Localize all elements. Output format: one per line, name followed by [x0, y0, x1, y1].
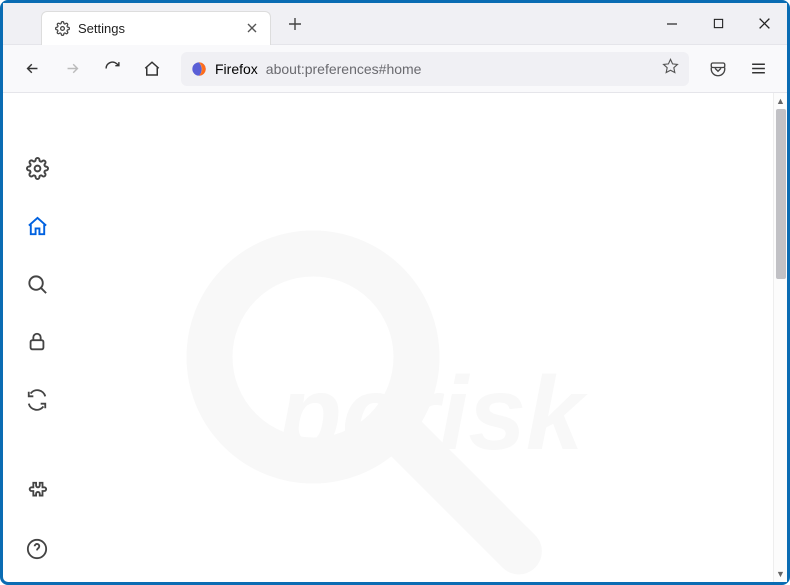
- watermark: pcrisk: [145, 173, 665, 582]
- bookmark-star-icon[interactable]: [662, 58, 679, 80]
- nav-toolbar: Firefox about:preferences#home: [3, 45, 787, 93]
- url-path: about:preferences#home: [266, 61, 422, 77]
- app-menu-button[interactable]: [741, 52, 775, 86]
- browser-tab[interactable]: Settings: [41, 11, 271, 45]
- home-button[interactable]: [135, 52, 169, 86]
- sidebar-general[interactable]: [22, 153, 52, 183]
- forward-button[interactable]: [55, 52, 89, 86]
- settings-page: pcrisk Home Restore Defaults New Windows…: [71, 93, 787, 582]
- content-area: pcrisk Home Restore Defaults New Windows…: [3, 93, 787, 582]
- gear-icon: [54, 20, 70, 36]
- window-controls: [649, 3, 787, 45]
- tab-title: Settings: [78, 21, 244, 36]
- sidebar-help[interactable]: [22, 534, 52, 564]
- pocket-button[interactable]: [701, 52, 735, 86]
- sidebar-sync[interactable]: [22, 385, 52, 415]
- scroll-down-icon[interactable]: ▼: [774, 566, 787, 582]
- scroll-track[interactable]: [774, 109, 787, 566]
- close-button[interactable]: [741, 3, 787, 45]
- prefs-sidebar: [3, 93, 71, 582]
- close-icon[interactable]: [244, 20, 260, 36]
- vertical-scrollbar[interactable]: ▲ ▼: [773, 93, 787, 582]
- titlebar: Settings: [3, 3, 787, 45]
- sidebar-home[interactable]: [22, 211, 52, 241]
- new-tab-button[interactable]: [281, 10, 309, 38]
- maximize-button[interactable]: [695, 3, 741, 45]
- url-bar[interactable]: Firefox about:preferences#home: [181, 52, 689, 86]
- firefox-icon: [191, 61, 207, 77]
- reload-button[interactable]: [95, 52, 129, 86]
- back-button[interactable]: [15, 52, 49, 86]
- url-zone: Firefox: [215, 61, 258, 77]
- sidebar-extensions[interactable]: [22, 476, 52, 506]
- scroll-up-icon[interactable]: ▲: [774, 93, 787, 109]
- sidebar-search[interactable]: [22, 269, 52, 299]
- minimize-button[interactable]: [649, 3, 695, 45]
- scroll-thumb[interactable]: [776, 109, 786, 279]
- svg-text:pcrisk: pcrisk: [276, 355, 588, 471]
- sidebar-privacy[interactable]: [22, 327, 52, 357]
